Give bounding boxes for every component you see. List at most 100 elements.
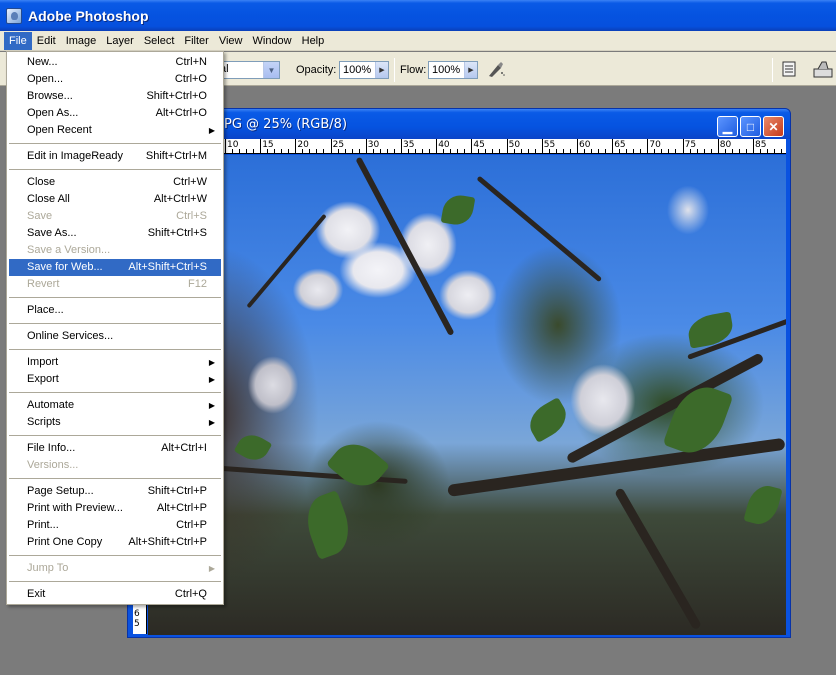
ruler-tick [605,149,606,153]
ruler-tick [499,149,501,153]
menu-item-shortcut: F12 [188,278,207,290]
ruler-tick [337,149,339,153]
menu-item-close-all[interactable]: Close All Alt+Ctrl+W [9,191,221,208]
ruler-tick [647,139,649,153]
menu-item-save-a-version[interactable]: Save a Version... [9,242,221,259]
menu-item-label: Place... [27,304,64,316]
flow-field[interactable]: 100% ▶ [428,61,478,79]
menu-item-export[interactable]: Export ▶ [9,371,221,388]
minimize-icon[interactable]: ▁ [717,116,738,137]
tree-branch [476,175,603,283]
submenu-arrow-icon: ▶ [208,358,215,367]
app-title: Adobe Photoshop [28,7,149,24]
menu-item-versions[interactable]: Versions... [9,457,221,474]
menu-separator [9,581,221,582]
menu-item-label: Revert [27,278,60,290]
menu-item-print[interactable]: Print... Ctrl+P [9,517,221,534]
menu-item-file-info[interactable]: File Info... Alt+Ctrl+I [9,440,221,457]
ruler-tick [260,139,262,153]
maximize-icon[interactable]: □ [740,116,761,137]
document-window[interactable]: PG @ 25% (RGB/8) ▁ □ ✕ 10 15 20 25 30 35 40 45 5… [127,108,791,638]
menu-item-import[interactable]: Import ▶ [9,354,221,371]
menu-item-save-as[interactable]: Save As... Shift+Ctrl+S [9,225,221,242]
ruler-tick [415,149,416,153]
menu-item-close[interactable]: Close Ctrl+W [9,174,221,191]
menu-edit[interactable]: Edit [32,32,61,50]
menubar: File Edit Image Layer Select Filter View Window… [0,31,836,51]
menu-item-print-one-copy[interactable]: Print One Copy Alt+Shift+Ctrl+P [9,534,221,551]
blend-mode-select[interactable]: al ▼ [216,61,280,79]
ruler-tick [225,139,226,153]
ruler-tick [323,149,325,153]
menu-item-edit-in-imageready[interactable]: Edit in ImageReady Shift+Ctrl+M [9,148,221,165]
ruler-tick [351,149,353,153]
menu-item-open-recent[interactable]: Open Recent ▶ [9,122,221,139]
menu-item-label: Edit in ImageReady [27,150,123,162]
horizontal-ruler[interactable]: 10 15 20 25 30 35 40 45 50 55 60 65 70 75 80 85 [133,139,786,154]
opacity-slider-arrow-icon[interactable]: ▶ [375,62,388,78]
menu-item-label: Import [27,356,59,368]
ruler-tick [239,149,240,153]
ruler-tick [365,139,367,153]
ruler-tick [401,139,402,153]
menu-item-label: Close [27,176,56,188]
options-divider [772,58,773,82]
menu-separator [9,349,221,350]
document-titlebar[interactable]: PG @ 25% (RGB/8) ▁ □ ✕ [128,109,790,139]
menu-item-page-setup[interactable]: Page Setup... Shift+Ctrl+P [9,483,221,500]
menu-item-label: Open Recent [27,124,92,136]
menu-item-label: Automate [27,399,75,411]
close-icon[interactable]: ✕ [763,116,784,137]
menu-filter[interactable]: Filter [179,32,213,50]
menu-item-shortcut: Shift+Ctrl+S [147,227,207,239]
flow-slider-arrow-icon[interactable]: ▶ [464,62,477,78]
ruler-tick [527,149,529,153]
menu-separator [9,392,221,393]
opacity-field[interactable]: 100% ▶ [339,61,389,79]
image-canvas[interactable] [148,155,786,635]
menu-item-automate[interactable]: Automate ▶ [9,397,221,414]
menu-item-new[interactable]: New... Ctrl+N [9,54,221,71]
leaf [523,397,573,443]
menu-layer[interactable]: Layer [101,32,139,50]
menu-item-scripts[interactable]: Scripts ▶ [9,414,221,431]
ruler-tick [555,149,557,153]
palette-well-icon[interactable] [778,58,800,80]
menu-view[interactable]: View [214,32,248,50]
ruler-tick [344,149,346,153]
menu-item-open[interactable]: Open... Ctrl+O [9,71,221,88]
menu-window[interactable]: Window [248,32,297,50]
ruler-tick [372,149,374,153]
menu-item-place[interactable]: Place... [9,302,221,319]
menu-file[interactable]: File [4,31,32,50]
menu-item-jump-to[interactable]: Jump To ▶ [9,560,221,577]
menu-image[interactable]: Image [61,32,102,50]
ruler-tick [288,149,290,153]
menu-item-open-as[interactable]: Open As... Alt+Ctrl+O [9,105,221,122]
ruler-tick [471,139,473,153]
menu-item-save[interactable]: Save Ctrl+S [9,208,221,225]
ruler-tick [577,139,578,153]
ruler-tick [232,149,233,153]
menu-item-label: Open... [27,73,64,85]
ruler-tick [760,149,761,153]
ruler-tick [246,149,247,153]
menu-item-label: Export [27,373,59,385]
menu-help[interactable]: Help [297,32,330,50]
ruler-tick [724,149,726,153]
ruler-tick [520,149,522,153]
chevron-down-icon[interactable]: ▼ [263,62,279,78]
menu-item-browse[interactable]: Browse... Shift+Ctrl+O [9,88,221,105]
menu-item-print-with-preview[interactable]: Print with Preview... Alt+Ctrl+P [9,500,221,517]
ruler-tick [654,149,656,153]
ruler-tick [281,149,283,153]
airbrush-icon[interactable] [485,58,507,80]
ruler-tick [569,149,571,153]
menu-item-online-services[interactable]: Online Services... [9,328,221,345]
menu-item-exit[interactable]: Exit Ctrl+Q [9,586,221,603]
ruler-tick [731,149,733,153]
menu-item-save-for-web[interactable]: Save for Web... Alt+Shift+Ctrl+S [9,259,221,276]
brush-preset-icon[interactable] [812,58,834,80]
menu-select[interactable]: Select [139,32,180,50]
menu-item-revert[interactable]: Revert F12 [9,276,221,293]
